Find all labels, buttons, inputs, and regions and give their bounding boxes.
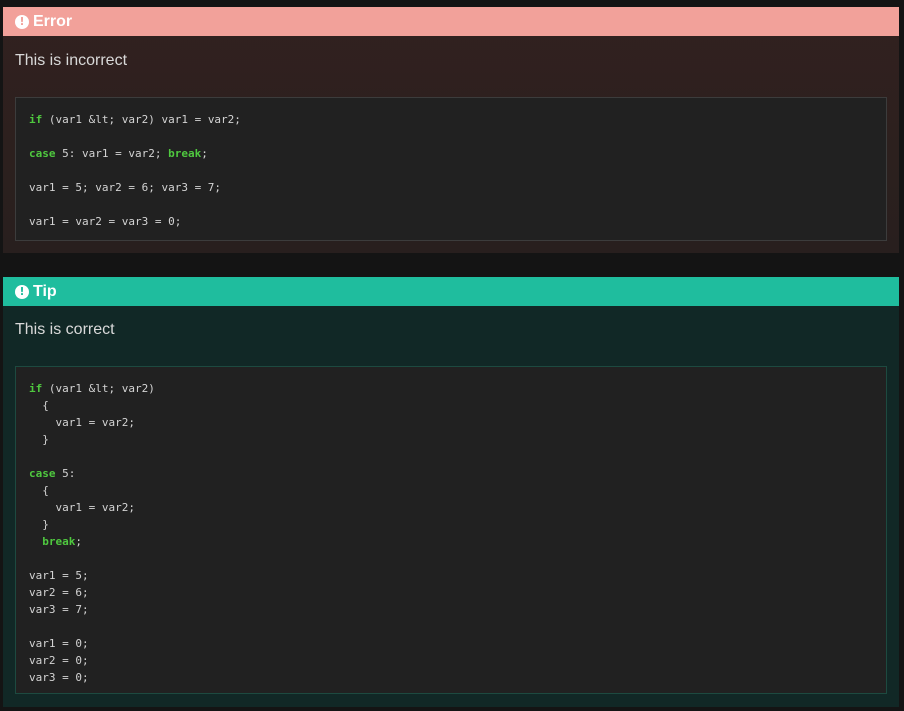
- code-keyword: case: [29, 147, 56, 160]
- code-keyword: break: [42, 535, 76, 548]
- code-text: (var1 &lt; var2): [42, 382, 155, 395]
- code-text: var3 = 0;: [29, 671, 89, 684]
- code-line: var3 = 0;: [29, 669, 886, 686]
- tip-title: Tip: [33, 282, 57, 300]
- code-line: var2 = 0;: [29, 652, 886, 669]
- code-line: if (var1 &lt; var2): [29, 380, 886, 397]
- exclamation-circle-icon: !: [15, 284, 29, 299]
- tip-header: ! Tip: [3, 277, 899, 306]
- code-line: var1 = 5;: [29, 567, 886, 584]
- code-text: 5:: [55, 467, 76, 480]
- error-header: ! Error: [3, 7, 899, 36]
- error-message: This is incorrect: [15, 52, 128, 69]
- error-code-block: if (var1 &lt; var2) var1 = var2; case 5: …: [15, 97, 887, 241]
- code-line: }: [29, 516, 886, 533]
- code-text: ;: [75, 535, 82, 548]
- code-line: var1 = var2;: [29, 414, 886, 431]
- code-line: case 5:: [29, 465, 886, 482]
- code-keyword: if: [29, 113, 43, 126]
- error-title: Error: [33, 12, 73, 30]
- code-line: {: [29, 482, 886, 499]
- code-line: if (var1 &lt; var2) var1 = var2;: [29, 111, 886, 128]
- code-keyword: case: [29, 467, 56, 480]
- code-text: var2 = 6;: [29, 586, 89, 599]
- code-text: {: [29, 399, 49, 412]
- tip-message: This is correct: [15, 321, 115, 338]
- code-line: case 5: var1 = var2; break;: [29, 145, 886, 162]
- code-text: }: [29, 518, 49, 531]
- code-line: var1 = var2 = var3 = 0;: [29, 213, 886, 230]
- code-text: 5: var1 = var2;: [55, 147, 169, 160]
- code-text: var1 = var2;: [29, 416, 135, 429]
- code-line: }: [29, 431, 886, 448]
- code-text: var1 = 5;: [29, 569, 89, 582]
- code-text: var3 = 7;: [29, 603, 89, 616]
- tip-code-block: if (var1 &lt; var2) { var1 = var2; } case…: [15, 366, 887, 694]
- code-text: ;: [201, 147, 208, 160]
- code-line: var1 = 0;: [29, 635, 886, 652]
- error-callout: ! Error This is incorrect if (var1 &lt; …: [3, 7, 899, 253]
- code-text: {: [29, 484, 49, 497]
- code-keyword: break: [168, 147, 202, 160]
- code-text: var1 = 0;: [29, 637, 89, 650]
- code-line: break;: [29, 533, 886, 550]
- tip-callout: ! Tip This is correct if (var1 &lt; var2…: [3, 277, 899, 707]
- code-line: {: [29, 397, 886, 414]
- code-line: var2 = 6;: [29, 584, 886, 601]
- code-text: }: [29, 433, 49, 446]
- code-text: var2 = 0;: [29, 654, 89, 667]
- code-text: var1 = 5; var2 = 6; var3 = 7;: [29, 181, 222, 194]
- code-line: var1 = 5; var2 = 6; var3 = 7;: [29, 179, 886, 196]
- code-text: (var1 &lt; var2) var1 = var2;: [42, 113, 241, 126]
- exclamation-circle-icon: !: [15, 14, 29, 29]
- code-text: var1 = var2;: [29, 501, 135, 514]
- code-line: var3 = 7;: [29, 601, 886, 618]
- code-text: var1 = var2 = var3 = 0;: [29, 215, 182, 228]
- code-line: var1 = var2;: [29, 499, 886, 516]
- code-keyword: if: [29, 382, 43, 395]
